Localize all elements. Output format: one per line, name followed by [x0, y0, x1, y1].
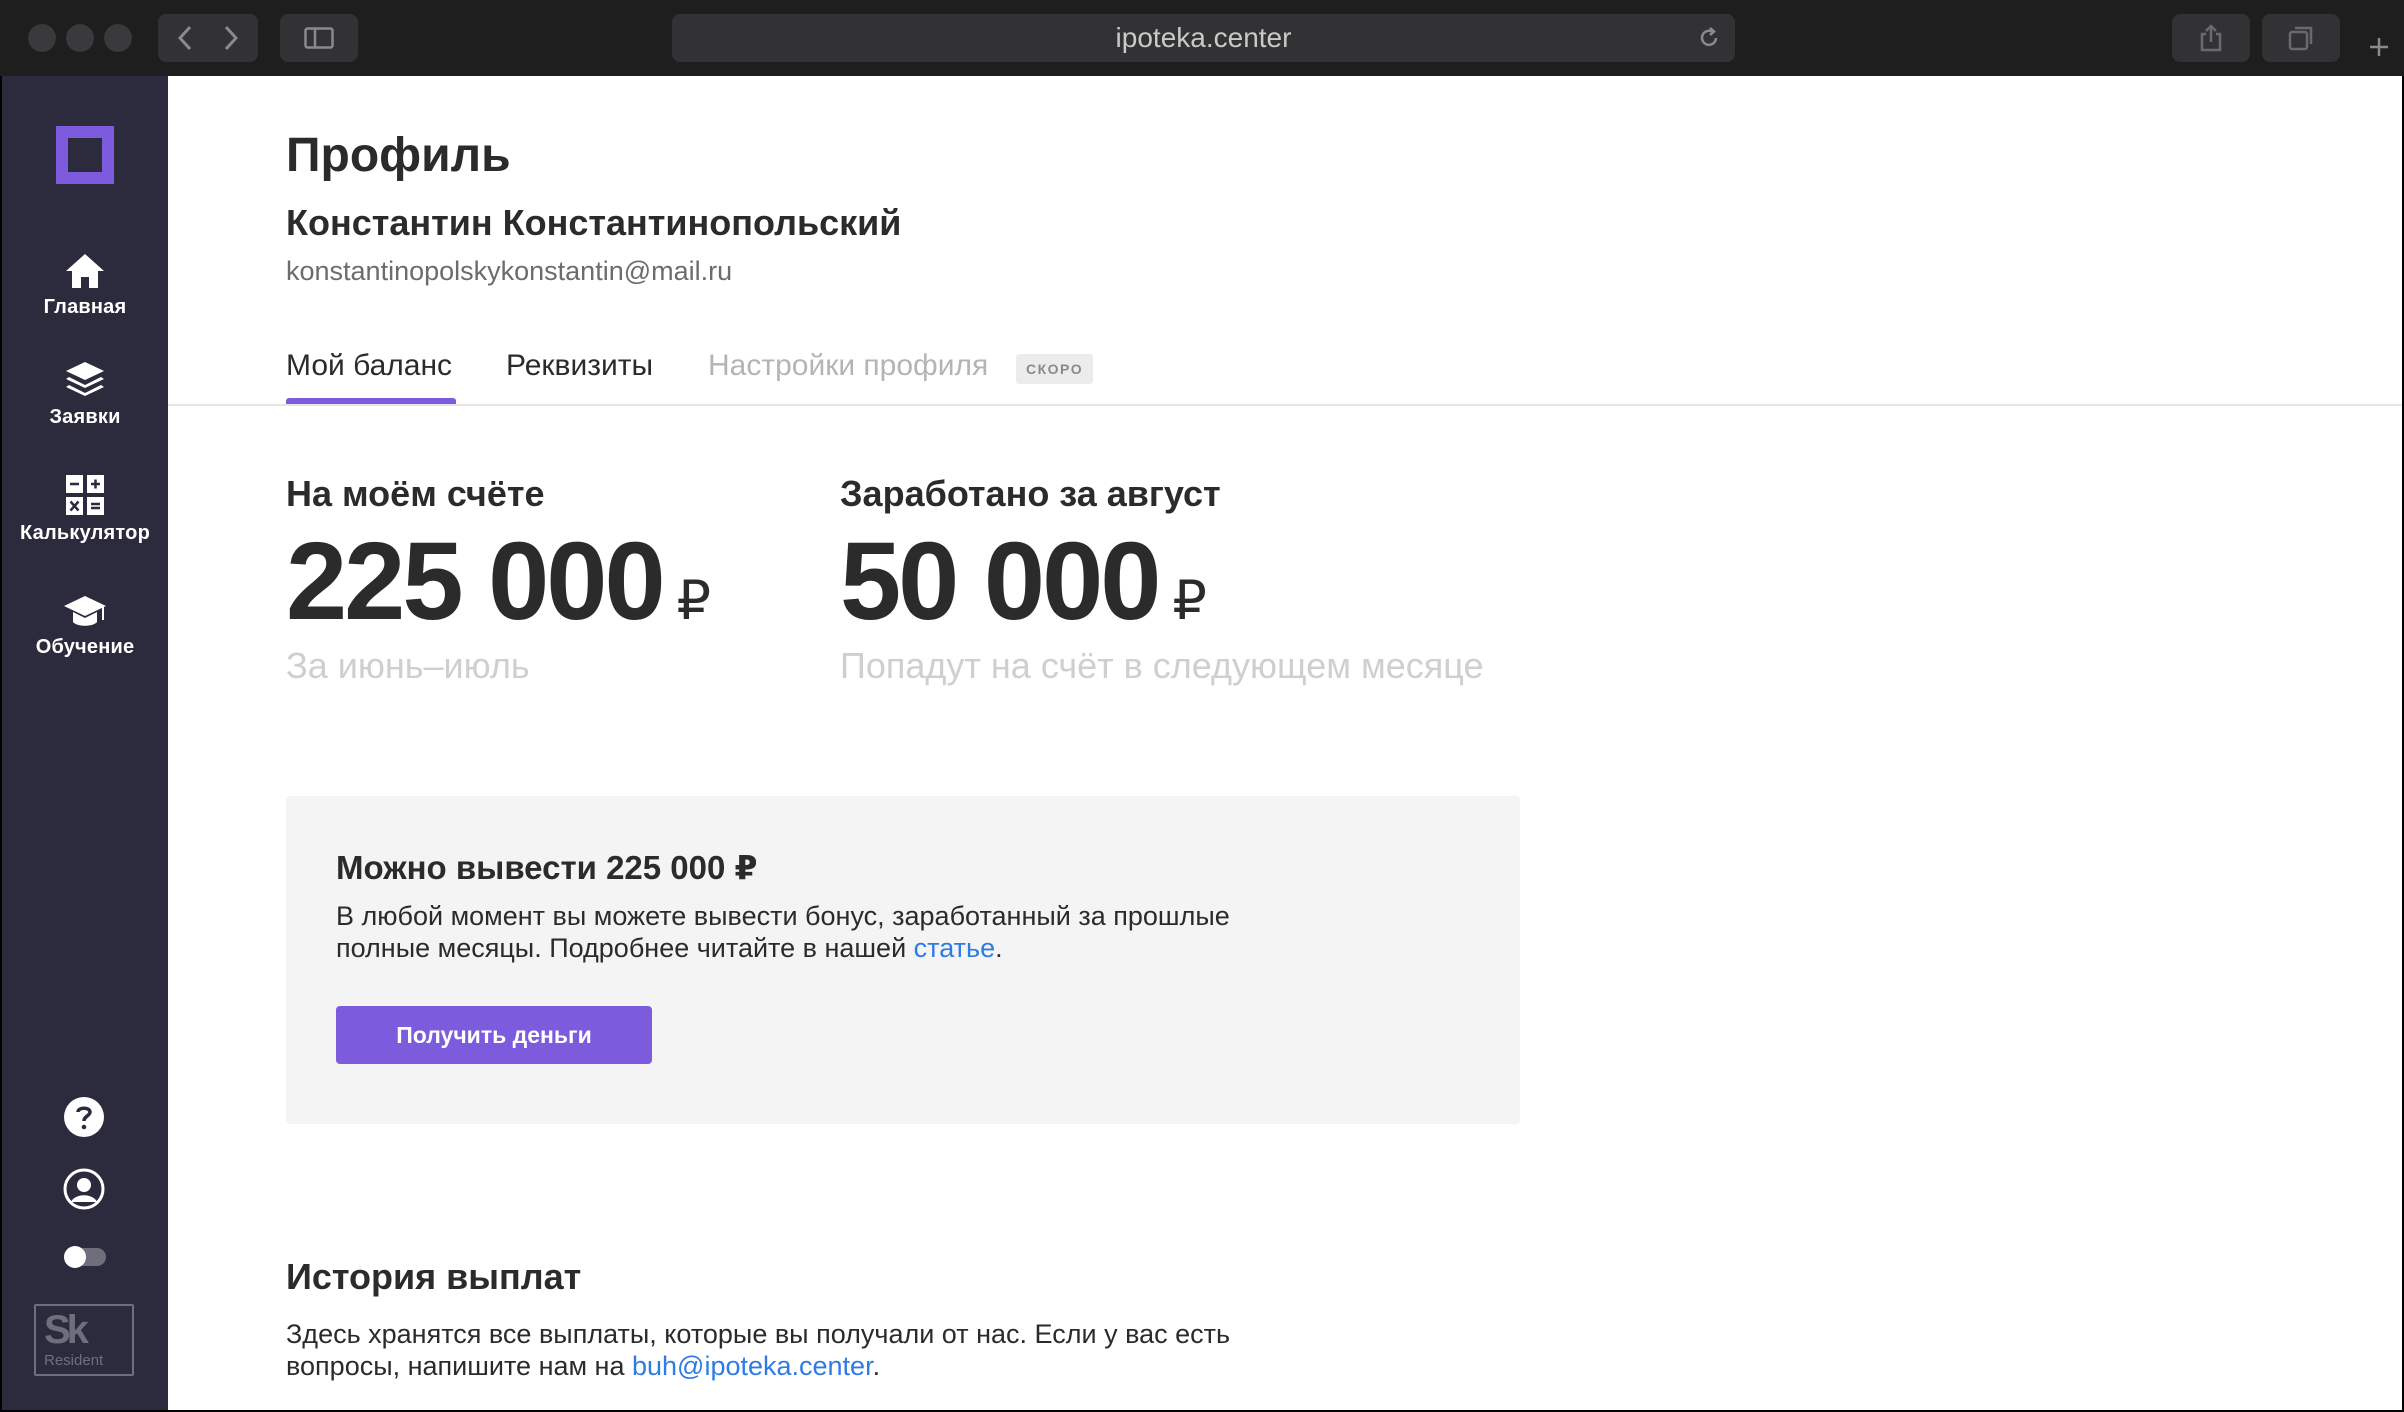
- balance-current: На моём счёте 225 000 ₽ За июнь–июль: [286, 472, 711, 688]
- balance-earned: Заработано за август 50 000 ₽ Попадут на …: [840, 472, 1484, 688]
- tab-requisites[interactable]: Реквизиты: [506, 346, 653, 386]
- share-button[interactable]: [2172, 14, 2250, 62]
- balance-earned-note: Попадут на счёт в следующем месяце: [840, 645, 1484, 686]
- app-window: Главная Заявки Калькулятор Обучение Sk R…: [2, 76, 2402, 1410]
- tabs-divider: [168, 404, 2402, 406]
- history-text-end: .: [872, 1351, 881, 1381]
- tabs-overview-button[interactable]: [2262, 14, 2340, 62]
- theme-toggle[interactable]: [64, 1246, 106, 1268]
- help-icon[interactable]: [63, 1096, 105, 1143]
- page-title: Профиль: [286, 129, 511, 182]
- balance-current-label: На моём счёте: [286, 473, 545, 514]
- sidebar-icon: [304, 27, 334, 49]
- sidebar-toggle-button[interactable]: [280, 14, 358, 62]
- minimize-window-button[interactable]: [66, 24, 94, 52]
- withdraw-title: Можно вывести 225 000 ₽: [336, 849, 758, 886]
- address-bar[interactable]: ipoteka.center: [672, 14, 1735, 62]
- sidebar-item-label: Заявки: [49, 406, 121, 428]
- soon-badge: СКОРО: [1016, 354, 1094, 384]
- share-icon: [2199, 24, 2223, 52]
- reload-icon[interactable]: [1697, 26, 1721, 55]
- sidebar-item-home[interactable]: Главная: [2, 252, 168, 319]
- tab-profile-settings[interactable]: Настройки профиля: [708, 346, 988, 386]
- sidebar-item-label: Главная: [43, 296, 127, 318]
- balance-earned-amount: 50 000: [840, 520, 1161, 643]
- balance-earned-value: 50 000 ₽: [840, 524, 1484, 640]
- browser-toolbar: ipoteka.center: [0, 0, 2404, 76]
- sidebar-item-education[interactable]: Обучение: [2, 594, 168, 659]
- graduation-cap-icon: [2, 594, 168, 630]
- balance-current-value: 225 000 ₽: [286, 524, 711, 640]
- sidebar: Главная Заявки Калькулятор Обучение Sk R…: [2, 76, 168, 1410]
- home-icon: [2, 252, 168, 290]
- sk-logo-mark: Sk: [44, 1308, 89, 1352]
- article-link[interactable]: статье: [914, 933, 995, 963]
- back-icon[interactable]: [177, 25, 193, 51]
- user-icon[interactable]: [63, 1168, 105, 1215]
- history-description: Здесь хранятся все выплаты, которые вы п…: [286, 1318, 1286, 1382]
- get-money-button[interactable]: Получить деньги: [336, 1006, 652, 1064]
- sk-logo-caption: Resident: [44, 1352, 104, 1369]
- balance-current-note: За июнь–июль: [286, 645, 530, 686]
- user-email: konstantinopolskykonstantin@mail.ru: [286, 256, 733, 286]
- main-content: Профиль Константин Константинопольский k…: [168, 76, 2402, 1410]
- calculator-icon: [2, 474, 168, 516]
- balance-earned-label: Заработано за август: [840, 473, 1221, 514]
- user-name: Константин Константинопольский: [286, 202, 902, 243]
- forward-icon[interactable]: [223, 25, 239, 51]
- tab-my-balance[interactable]: Мой баланс: [286, 346, 452, 386]
- logo[interactable]: [56, 126, 114, 184]
- toggle-knob: [64, 1246, 86, 1268]
- skolkovo-resident-logo: Sk Resident: [34, 1304, 134, 1376]
- currency-symbol: ₽: [676, 571, 711, 631]
- tabs-icon: [2288, 25, 2314, 51]
- withdraw-text: В любой момент вы можете вывести бонус, …: [336, 901, 1230, 963]
- layers-icon: [2, 358, 168, 400]
- balance-current-amount: 225 000: [286, 520, 666, 643]
- withdraw-description: В любой момент вы можете вывести бонус, …: [336, 900, 1296, 964]
- sidebar-item-requests[interactable]: Заявки: [2, 358, 168, 429]
- history-title: История выплат: [286, 1256, 582, 1297]
- withdraw-card: Можно вывести 225 000 ₽ В любой момент в…: [286, 796, 1520, 1124]
- close-window-button[interactable]: [28, 24, 56, 52]
- sidebar-item-label: Калькулятор: [20, 522, 150, 544]
- back-forward-buttons: [158, 14, 258, 62]
- sidebar-item-calculator[interactable]: Калькулятор: [2, 474, 168, 545]
- new-tab-icon[interactable]: [2368, 36, 2390, 63]
- sidebar-item-label: Обучение: [35, 636, 135, 658]
- url-text: ipoteka.center: [1115, 22, 1292, 53]
- withdraw-text-end: .: [995, 933, 1003, 963]
- maximize-window-button[interactable]: [104, 24, 132, 52]
- currency-symbol: ₽: [1172, 571, 1207, 631]
- email-link[interactable]: buh@ipoteka.center: [632, 1351, 873, 1381]
